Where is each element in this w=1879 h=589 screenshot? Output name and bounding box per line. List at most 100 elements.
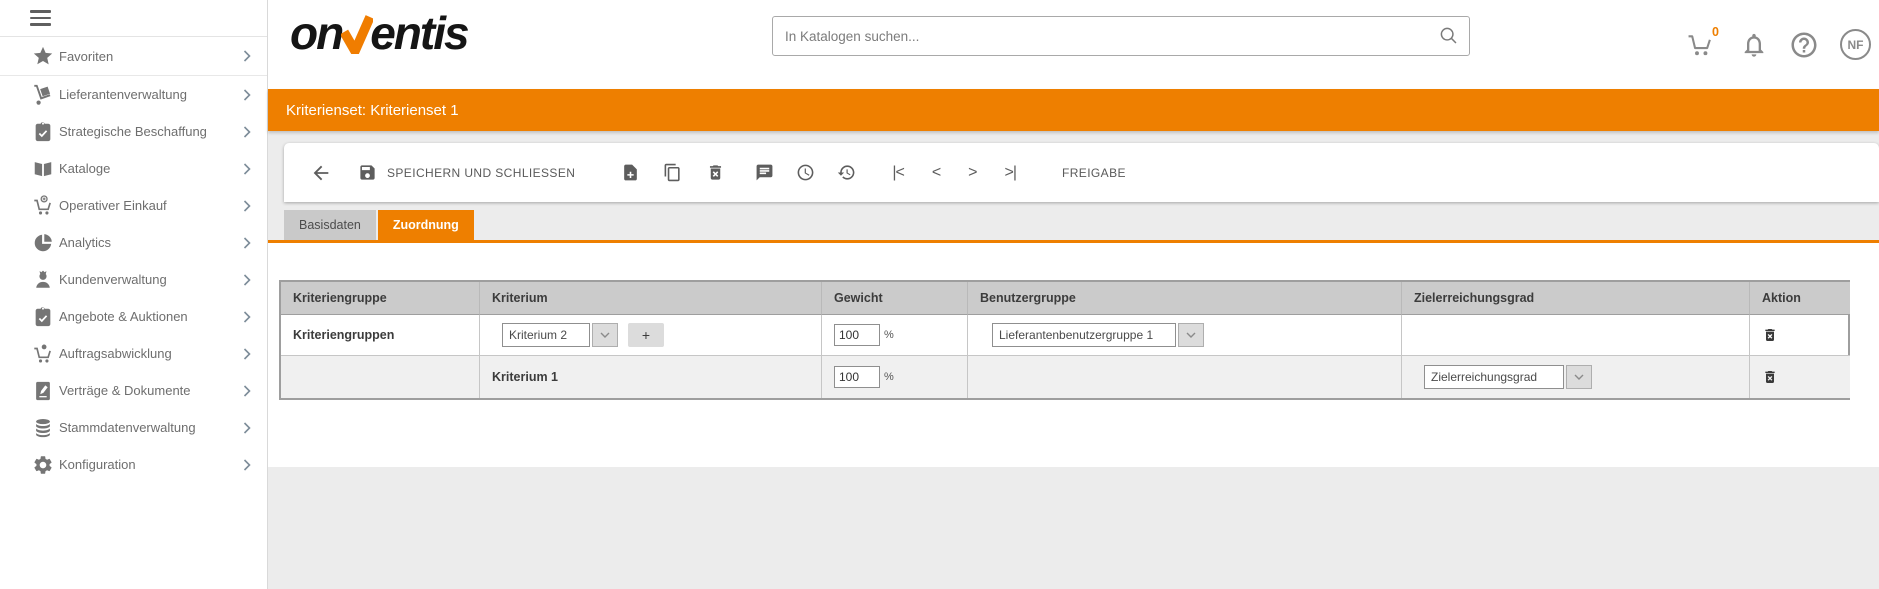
chevron-down-icon[interactable] — [1566, 365, 1592, 389]
search-icon[interactable] — [1438, 25, 1460, 52]
sidebar-item-label: Kundenverwaltung — [59, 272, 167, 287]
benutzergruppe-dropdown[interactable]: Lieferantenbenutzergruppe 1 — [992, 323, 1204, 347]
delete-row-icon[interactable] — [1762, 327, 1778, 343]
search-input[interactable] — [772, 16, 1470, 56]
kriterium-dropdown-value: Kriterium 2 — [502, 323, 590, 347]
nav-next-button[interactable]: > — [968, 164, 976, 182]
page-title: Kriterienset: Kriterienset 1 — [286, 102, 459, 119]
app-root: Favoriten Lieferantenverwaltung Strategi… — [0, 0, 1879, 589]
back-button[interactable] — [310, 162, 332, 184]
zielerreichungsgrad-dropdown[interactable]: Zielerreichungsgrad — [1424, 365, 1592, 389]
clipboard-check-icon — [32, 121, 54, 143]
delete-icon[interactable] — [706, 163, 725, 182]
tab-basisdaten[interactable]: Basisdaten — [284, 210, 376, 240]
cart-count-badge: 0 — [1712, 25, 1719, 39]
sidebar-item-operativer-einkauf[interactable]: Operativer Einkauf — [0, 187, 267, 224]
freigabe-button[interactable]: FREIGABE — [1062, 166, 1126, 180]
tab-bar: Basisdaten Zuordnung — [268, 210, 1879, 243]
user-avatar[interactable]: NF — [1840, 29, 1871, 60]
header-icons: 0 NF — [1683, 0, 1871, 89]
gewicht-input[interactable] — [834, 366, 880, 388]
chevron-right-icon — [243, 422, 251, 434]
sidebar-item-label: Verträge & Dokumente — [59, 383, 191, 398]
sidebar-item-lieferantenverwaltung[interactable]: Lieferantenverwaltung — [0, 76, 267, 113]
criteria-table: Kriteriengruppe Kriterium Gewicht Benutz… — [279, 280, 1850, 400]
cart-plus-icon — [32, 195, 54, 217]
chevron-right-icon — [243, 459, 251, 471]
nav-first-button[interactable]: |< — [892, 164, 904, 182]
sidebar-item-stammdatenverwaltung[interactable]: Stammdatenverwaltung — [0, 409, 267, 446]
table-row-cell: Kriterium 1 — [480, 356, 822, 398]
copy-icon[interactable] — [663, 163, 682, 182]
document-pen-icon — [32, 380, 54, 402]
chevron-right-icon — [243, 89, 251, 101]
table-row-cell — [281, 356, 480, 398]
nav-last-button[interactable]: >| — [1005, 164, 1017, 182]
chevron-right-icon — [243, 348, 251, 360]
hand-truck-icon — [32, 84, 54, 106]
table-row-cell: Zielerreichungsgrad — [1402, 356, 1750, 398]
delete-row-icon[interactable] — [1762, 369, 1778, 385]
chevron-right-icon — [243, 311, 251, 323]
logo-text-left: on — [290, 6, 342, 60]
sidebar-item-kundenverwaltung[interactable]: Kundenverwaltung — [0, 261, 267, 298]
sidebar-item-vertraege-dokumente[interactable]: Verträge & Dokumente — [0, 372, 267, 409]
chevron-down-icon[interactable] — [592, 323, 618, 347]
tab-zuordnung[interactable]: Zuordnung — [378, 210, 474, 240]
sidebar-item-konfiguration[interactable]: Konfiguration — [0, 446, 267, 483]
chevron-down-icon[interactable] — [1178, 323, 1204, 347]
content-card: Kriteriengruppe Kriterium Gewicht Benutz… — [268, 243, 1879, 467]
sidebar-item-analytics[interactable]: Analytics — [0, 224, 267, 261]
benutzergruppe-dropdown-value: Lieferantenbenutzergruppe 1 — [992, 323, 1176, 347]
database-icon — [32, 417, 54, 439]
sidebar-item-label: Stammdatenverwaltung — [59, 420, 196, 435]
onventis-logo: on entis — [290, 6, 468, 60]
gewicht-input[interactable] — [834, 324, 880, 346]
sidebar-item-label: Auftragsabwicklung — [59, 346, 172, 361]
sidebar-item-angebote-auktionen[interactable]: Angebote & Auktionen — [0, 298, 267, 335]
comments-icon[interactable] — [755, 163, 774, 182]
help-icon[interactable] — [1789, 30, 1819, 60]
kriterium-dropdown[interactable]: Kriterium 2 — [502, 323, 618, 347]
sidebar-item-label: Konfiguration — [59, 457, 136, 472]
table-row-cell: Kriterium 2 + — [480, 315, 822, 356]
sidebar-item-kataloge[interactable]: Kataloge — [0, 150, 267, 187]
new-document-icon[interactable] — [621, 163, 640, 182]
star-icon — [32, 45, 54, 67]
chevron-right-icon — [243, 126, 251, 138]
table-row-cell: % — [822, 315, 968, 356]
nav-prev-button[interactable]: < — [932, 164, 940, 182]
sidebar-item-strategische-beschaffung[interactable]: Strategische Beschaffung — [0, 113, 267, 150]
table-row-cell — [1750, 315, 1850, 356]
sidebar-item-label: Operativer Einkauf — [59, 198, 167, 213]
clock-icon[interactable] — [796, 163, 815, 182]
chevron-right-icon — [243, 200, 251, 212]
sidebar-item-auftragsabwicklung[interactable]: Auftragsabwicklung — [0, 335, 267, 372]
book-icon — [32, 158, 54, 180]
table-row-cell: Lieferantenbenutzergruppe 1 — [968, 315, 1402, 356]
sidebar: Favoriten Lieferantenverwaltung Strategi… — [0, 0, 268, 589]
column-header: Aktion — [1750, 282, 1850, 315]
table-row-cell — [968, 356, 1402, 398]
chevron-right-icon — [243, 163, 251, 175]
sidebar-item-favoriten[interactable]: Favoriten — [0, 37, 267, 76]
cart-icon[interactable]: 0 — [1683, 32, 1719, 58]
pie-chart-icon — [32, 232, 54, 254]
chevron-right-icon — [243, 237, 251, 249]
clipboard-check-icon — [32, 306, 54, 328]
sidebar-item-label: Lieferantenverwaltung — [59, 87, 187, 102]
save-icon[interactable] — [358, 163, 377, 182]
hamburger-menu-icon[interactable] — [0, 0, 267, 37]
sidebar-item-label: Favoriten — [59, 49, 113, 64]
percent-label: % — [884, 329, 894, 341]
save-and-close-button[interactable]: SPEICHERN UND SCHLIESSEN — [387, 166, 575, 180]
column-header: Kriterium — [480, 282, 822, 315]
main-area: on entis 0 — [268, 0, 1879, 589]
notifications-bell-icon[interactable] — [1740, 31, 1768, 59]
history-icon[interactable] — [837, 163, 856, 182]
column-header: Zielerreichungsgrad — [1402, 282, 1750, 315]
catalog-search — [772, 16, 1470, 56]
chevron-right-icon — [243, 274, 251, 286]
add-kriterium-button[interactable]: + — [628, 323, 664, 347]
person-icon — [32, 269, 54, 291]
